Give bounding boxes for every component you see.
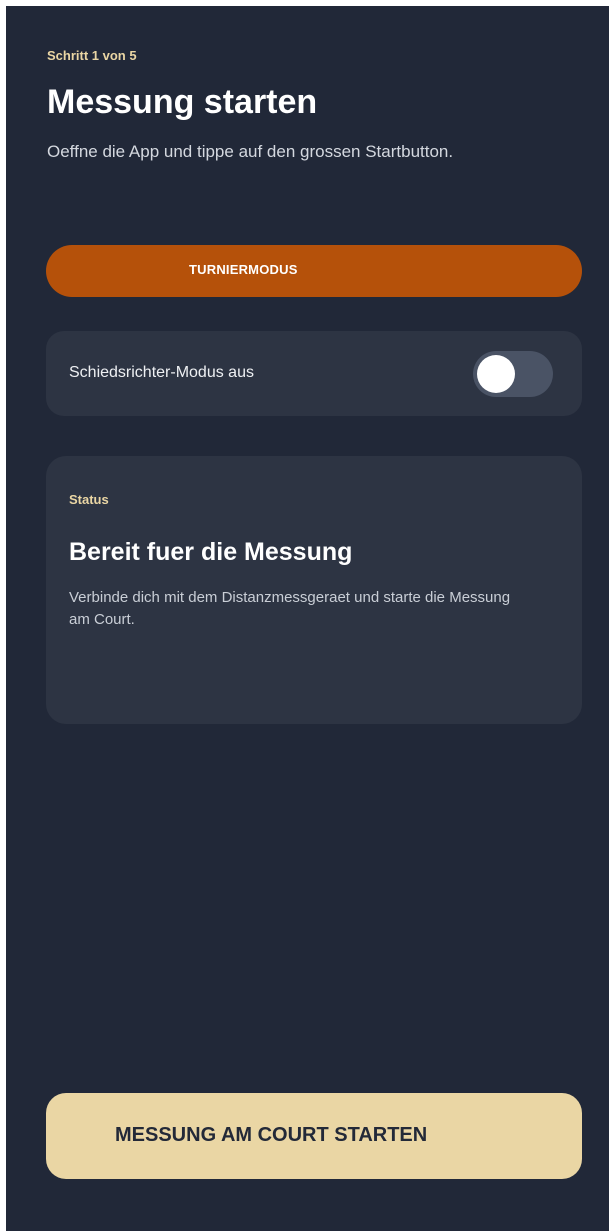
page-subtitle: Oeffne die App und tippe auf den grossen… xyxy=(47,142,454,161)
page-title: Messung starten xyxy=(47,83,318,121)
status-description: Verbinde dich mit dem Distanzmessgeraet … xyxy=(69,589,511,628)
referee-mode-toggle[interactable] xyxy=(473,351,553,397)
status-label: Status xyxy=(69,492,109,507)
tournament-mode-label: TURNIERMODUS xyxy=(189,262,298,277)
toggle-knob xyxy=(477,355,515,393)
referee-mode-label: Schiedsrichter-Modus aus xyxy=(69,364,254,381)
start-measurement-button[interactable]: MESSUNG AM COURT STARTEN xyxy=(46,1093,582,1179)
status-title: Bereit fuer die Messung xyxy=(69,538,353,566)
step-indicator: Schritt 1 von 5 xyxy=(47,48,137,63)
start-measurement-label: MESSUNG AM COURT STARTEN xyxy=(115,1124,428,1146)
app-screen: Schritt 1 von 5 Messung starten Oeffne d… xyxy=(6,6,609,1231)
tournament-mode-button[interactable]: TURNIERMODUS xyxy=(46,245,582,297)
referee-mode-card: Schiedsrichter-Modus aus xyxy=(46,331,582,416)
status-card: Status Bereit fuer die Messung Verbinde … xyxy=(46,456,582,724)
